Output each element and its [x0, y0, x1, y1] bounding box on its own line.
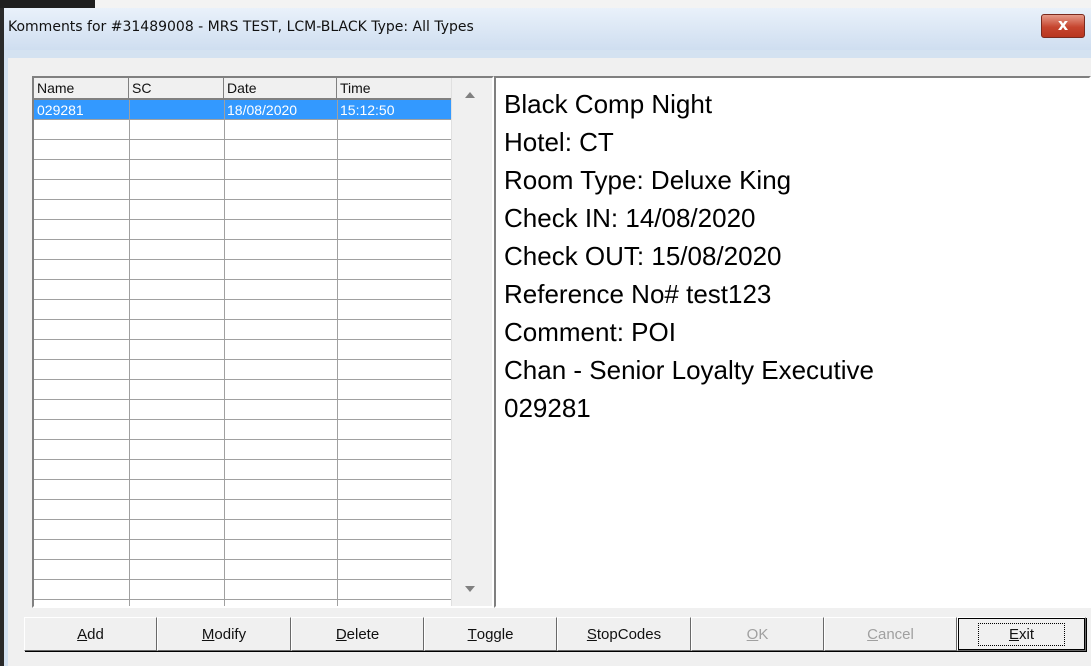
empty-row — [34, 200, 452, 220]
column-header-time[interactable]: Time — [337, 78, 452, 100]
empty-row — [34, 360, 452, 380]
empty-row — [34, 460, 452, 480]
modify-button[interactable]: Modify — [157, 617, 291, 651]
comment-line: Check IN: 14/08/2020 — [504, 203, 756, 233]
dialog-body: Name SC Date Time 029281 18/08/2020 15:1… — [8, 58, 1091, 666]
window-title: Komments for #31489008 - MRS TEST, LCM-B… — [8, 19, 474, 35]
comment-line: Room Type: Deluxe King — [504, 165, 792, 195]
comment-line: Check OUT: 15/08/2020 — [504, 241, 782, 271]
empty-row — [34, 400, 452, 420]
close-icon: x — [1057, 15, 1069, 34]
stopcodes-button[interactable]: StopCodes — [557, 617, 691, 651]
empty-row — [34, 280, 452, 300]
title-bar: Komments for #31489008 - MRS TEST, LCM-B… — [4, 8, 1091, 50]
comment-line: 029281 — [504, 393, 591, 423]
empty-row — [34, 340, 452, 360]
empty-row — [34, 500, 452, 520]
comment-text-area[interactable]: Black Comp Night Hotel: CT Room Type: De… — [494, 76, 1091, 608]
empty-row — [34, 300, 452, 320]
empty-row — [34, 260, 452, 280]
column-header-date[interactable]: Date — [224, 78, 337, 100]
ok-button[interactable]: OK — [691, 617, 824, 651]
cell-time: 15:12:50 — [340, 102, 395, 118]
button-bar: Add Modify Delete Toggle StopCodes OK Ca… — [24, 613, 1091, 658]
empty-row — [34, 220, 452, 240]
cell-date: 18/08/2020 — [227, 102, 298, 118]
column-divider — [129, 100, 130, 606]
comment-line: Reference No# test123 — [504, 279, 772, 309]
empty-row — [34, 480, 452, 500]
komments-grid: Name SC Date Time 029281 18/08/2020 15:1… — [34, 78, 452, 606]
toggle-button[interactable]: Toggle — [424, 617, 557, 651]
comment-line: Chan - Senior Loyalty Executive — [504, 355, 874, 385]
empty-row — [34, 120, 452, 140]
empty-row — [34, 180, 452, 200]
empty-row — [34, 580, 452, 600]
column-divider — [224, 100, 225, 606]
background-strip — [0, 0, 1091, 8]
column-header-sc[interactable]: SC — [129, 78, 224, 100]
table-row[interactable]: 029281 18/08/2020 15:12:50 — [34, 100, 452, 120]
empty-row — [34, 520, 452, 540]
empty-row — [34, 320, 452, 340]
empty-row — [34, 380, 452, 400]
close-button[interactable]: x — [1041, 14, 1085, 38]
delete-button[interactable]: Delete — [291, 617, 424, 651]
komments-list: Name SC Date Time 029281 18/08/2020 15:1… — [32, 76, 494, 608]
comment-line: Hotel: CT — [504, 127, 614, 157]
cell-name: 029281 — [37, 102, 84, 118]
scroll-down-icon[interactable] — [465, 586, 475, 592]
empty-row — [34, 560, 452, 580]
comment-line: Comment: POI — [504, 317, 676, 347]
cancel-button[interactable]: Cancel — [824, 617, 957, 651]
empty-row — [34, 420, 452, 440]
add-button[interactable]: Add — [24, 617, 157, 651]
empty-row — [34, 140, 452, 160]
column-header-name[interactable]: Name — [34, 78, 129, 100]
empty-row — [34, 440, 452, 460]
exit-button[interactable]: Exit — [957, 617, 1086, 651]
column-divider — [337, 100, 338, 606]
empty-row — [34, 240, 452, 260]
empty-row — [34, 540, 452, 560]
empty-row — [34, 160, 452, 180]
list-scrollbar[interactable] — [451, 78, 492, 606]
comment-line: Black Comp Night — [504, 89, 713, 119]
scroll-up-icon[interactable] — [465, 92, 475, 98]
